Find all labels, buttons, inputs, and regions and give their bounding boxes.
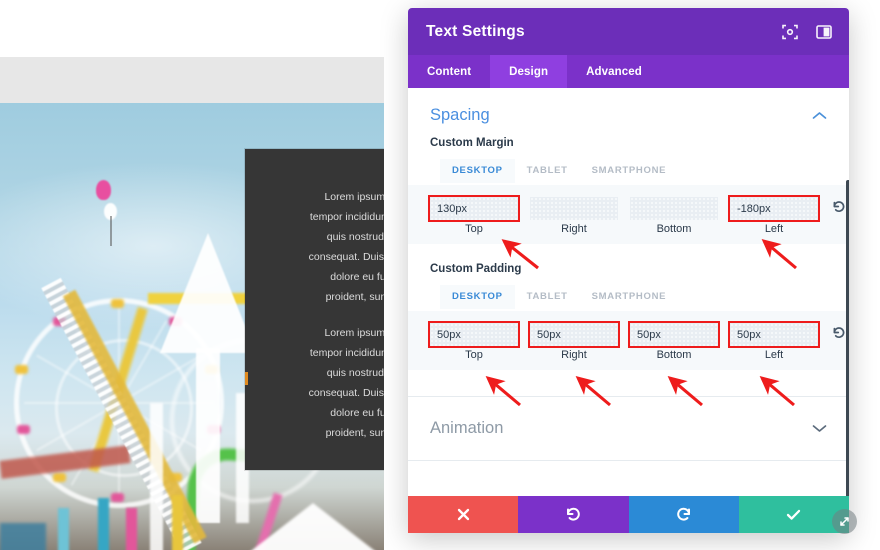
margin-left-field: Left (728, 195, 820, 235)
text-line: consequat. Duis aute irure dolo (308, 251, 384, 263)
animation-section-header[interactable]: Animation (408, 397, 849, 460)
margin-bottom-input[interactable] (630, 197, 718, 220)
tab-advanced[interactable]: Advanced (567, 55, 661, 88)
text-line: tempor incididunt ut labore et d (309, 347, 384, 359)
modal-tabs: Content Design Advanced (408, 55, 849, 88)
tab-design[interactable]: Design (490, 55, 568, 88)
padding-top-caption: Top (465, 349, 483, 361)
margin-right-field: Right (530, 197, 618, 235)
text-module-content: Lorem ipsum dolor sit amet, tempor incid… (245, 149, 384, 443)
modal-header: Text Settings (408, 8, 849, 55)
modal-title: Text Settings (426, 22, 525, 40)
padding-device-smartphone[interactable]: SMARTPHONE (580, 285, 679, 311)
pink-balloon-icon (96, 180, 111, 200)
padding-bottom-caption: Bottom (656, 349, 692, 361)
margin-top-input[interactable] (428, 195, 520, 222)
text-line: proident, sunt in culpa qui o (325, 427, 384, 439)
padding-top-field: Top (428, 321, 520, 361)
module-accent-tick (245, 372, 248, 385)
cancel-button[interactable] (408, 496, 519, 533)
save-button[interactable] (738, 496, 849, 533)
margin-left-input[interactable] (728, 195, 820, 222)
reset-icon[interactable] (832, 326, 846, 345)
margin-bottom-field: Bottom (630, 197, 718, 235)
padding-top-input[interactable] (428, 321, 520, 348)
padding-left-input[interactable] (728, 321, 820, 348)
chevron-up-icon[interactable] (812, 108, 827, 123)
section-divider-bottom (408, 460, 849, 461)
text-line: Lorem ipsum dolor sit amet, (324, 327, 384, 339)
margin-device-tablet[interactable]: TABLET (515, 159, 580, 185)
margin-top-field: Top (428, 195, 520, 235)
modal-header-actions (781, 23, 833, 41)
modal-scrollbar[interactable] (846, 180, 849, 496)
custom-margin-row: Top Right Bottom Left (408, 185, 849, 244)
text-settings-modal: Text Settings Content Design Advanced Sp… (408, 8, 857, 534)
margin-left-caption: Left (764, 223, 784, 235)
text-module-paragraph: Lorem ipsum dolor sit amet, tempor incid… (245, 187, 384, 307)
margin-right-input[interactable] (530, 197, 618, 220)
white-tent-roof (238, 503, 384, 550)
modal-body: Spacing Custom Margin DESKTOP TABLET SMA… (408, 88, 849, 496)
margin-device-desktop[interactable]: DESKTOP (440, 159, 515, 185)
padding-bottom-field: Bottom (628, 321, 720, 361)
fullscreen-icon[interactable] (781, 23, 799, 41)
undo-button[interactable] (518, 496, 629, 533)
custom-padding-label: Custom Padding (430, 263, 522, 275)
padding-left-caption: Left (764, 349, 784, 361)
text-line: dolore eu fugiat nulla paria (330, 271, 384, 283)
padding-right-input[interactable] (528, 321, 620, 348)
white-tower-stem (196, 348, 220, 523)
margin-right-caption: Right (561, 223, 587, 235)
text-line: consequat. Duis aute irure dolo (308, 387, 384, 399)
padding-right-field: Right (528, 321, 620, 361)
padding-left-field: Left (728, 321, 820, 361)
text-line: quis nostrud exercitation ull (326, 231, 384, 243)
padding-device-desktop[interactable]: DESKTOP (440, 285, 515, 311)
text-line: dolore eu fugiat nulla paria (330, 407, 384, 419)
chevron-down-icon[interactable] (812, 421, 827, 436)
custom-margin-label: Custom Margin (430, 137, 514, 149)
animation-section-title: Animation (430, 419, 504, 437)
padding-device-tabs: DESKTOP TABLET SMARTPHONE (408, 275, 849, 311)
text-module-paragraph: Lorem ipsum dolor sit amet, tempor incid… (245, 323, 384, 443)
resize-handle-icon[interactable] (832, 509, 857, 534)
flag-pole (110, 216, 112, 246)
margin-top-caption: Top (465, 223, 483, 235)
padding-device-tablet[interactable]: TABLET (515, 285, 580, 311)
canvas-gray-band (0, 57, 384, 103)
text-module[interactable]: Lorem ipsum dolor sit amet, tempor incid… (245, 149, 384, 470)
margin-device-smartphone[interactable]: SMARTPHONE (580, 159, 679, 185)
canvas-top-white-area (0, 0, 384, 57)
blue-booth (0, 523, 46, 550)
white-tower-peak (160, 233, 256, 353)
modal-footer (408, 496, 857, 534)
tab-content[interactable]: Content (408, 55, 490, 88)
spacing-section-header[interactable]: Spacing (408, 88, 849, 135)
custom-padding-row: Top Right Bottom Left (408, 311, 849, 370)
redo-button[interactable] (628, 496, 739, 533)
reset-icon[interactable] (832, 200, 846, 219)
text-line: tempor incididunt ut labore et d (309, 211, 384, 223)
screenshot-root: Lorem ipsum dolor sit amet, tempor incid… (0, 0, 880, 550)
text-line: Lorem ipsum dolor sit amet, (324, 191, 384, 203)
margin-device-tabs: DESKTOP TABLET SMARTPHONE (408, 149, 849, 185)
spacing-section-title: Spacing (430, 106, 490, 124)
padding-bottom-input[interactable] (628, 321, 720, 348)
website-canvas: Lorem ipsum dolor sit amet, tempor incid… (0, 0, 384, 550)
layout-toggle-icon[interactable] (815, 23, 833, 41)
margin-bottom-caption: Bottom (656, 223, 692, 235)
padding-right-caption: Right (561, 349, 587, 361)
text-line: proident, sunt in culpa qui o (325, 291, 384, 303)
text-line: quis nostrud exercitation ull (326, 367, 384, 379)
